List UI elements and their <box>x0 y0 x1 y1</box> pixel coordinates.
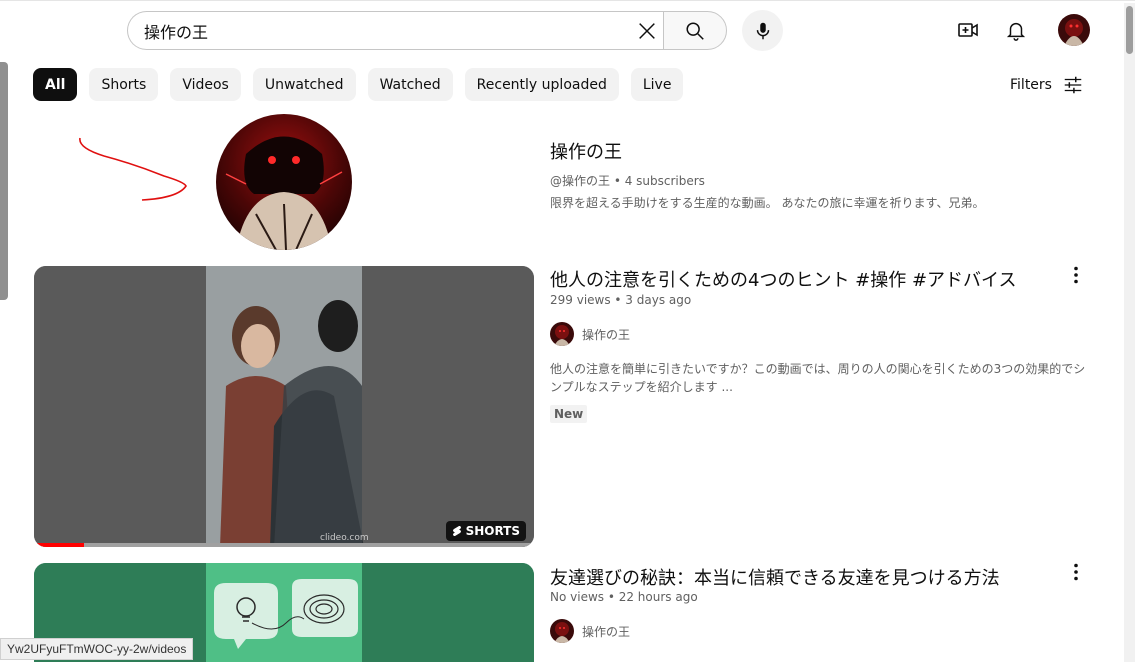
channel-description: 限界を超える手助けをする生産的な動画。 あなたの旅に幸運を祈ります、兄弟。 <box>550 196 985 210</box>
video-channel-name: 操作の王 <box>582 624 631 639</box>
video-description: 他人の注意を簡単に引きたいですか？この動画では、周りの人の関心を引くための3つの… <box>550 362 1086 394</box>
search-icon <box>686 21 704 40</box>
channel-avatar[interactable] <box>216 114 352 250</box>
bell-icon <box>1006 22 1026 41</box>
thumbnail-watermark: clideo.com <box>320 533 369 543</box>
more-vert-icon <box>1074 563 1078 581</box>
sliders-icon <box>1064 76 1082 94</box>
video-channel-link[interactable]: 操作の王 <box>550 619 630 643</box>
video-more-actions-button[interactable] <box>1064 560 1088 584</box>
account-avatar[interactable] <box>1058 14 1090 46</box>
channel-handle-subscribers: @操作の王 • 4 subscribers <box>550 174 705 188</box>
chip-all[interactable]: All <box>33 68 78 101</box>
video-channel-avatar <box>550 619 574 643</box>
more-vert-icon <box>1074 266 1078 284</box>
notifications-button[interactable] <box>999 13 1033 47</box>
page-scrollbar-left[interactable] <box>0 62 8 300</box>
video-channel-link[interactable]: 操作の王 <box>550 322 630 346</box>
window-scrollbar-thumb[interactable] <box>1126 6 1133 54</box>
chip-recently-uploaded[interactable]: Recently uploaded <box>464 68 619 101</box>
new-badge: New <box>550 405 588 423</box>
video-meta: 299 views • 3 days ago <box>550 293 692 307</box>
channel-name[interactable]: 操作の王 <box>550 138 622 164</box>
filters-label: Filters <box>1010 77 1052 93</box>
video-title[interactable]: 友達選びの秘訣：本当に信頼できる友達を見つける方法 <box>550 564 1000 590</box>
video-add-icon <box>958 23 978 37</box>
microphone-icon <box>756 22 769 39</box>
search-button[interactable] <box>663 11 727 50</box>
thumbnail-image <box>34 266 534 547</box>
shorts-icon <box>452 526 461 536</box>
watch-progress-fill <box>34 543 84 547</box>
chip-live[interactable]: Live <box>630 68 684 101</box>
video-channel-name: 操作の王 <box>582 327 631 342</box>
chip-videos[interactable]: Videos <box>170 68 241 101</box>
chip-shorts[interactable]: Shorts <box>89 68 159 101</box>
close-icon <box>639 23 655 39</box>
chip-watched[interactable]: Watched <box>367 68 453 101</box>
filter-chips-bar: All Shorts Videos Unwatched Watched Rece… <box>33 68 684 101</box>
video-meta: No views • 22 hours ago <box>550 590 698 604</box>
avatar-image <box>1058 14 1090 46</box>
shorts-badge: SHORTS <box>445 521 526 541</box>
search-query-text: 操作の王 <box>144 22 209 42</box>
video-channel-avatar <box>550 322 574 346</box>
window-top-border <box>0 0 1135 3</box>
watch-progress-track <box>34 543 534 547</box>
video-more-actions-button[interactable] <box>1064 263 1088 287</box>
video-thumbnail[interactable]: clideo.com SHORTS <box>34 266 534 547</box>
red-arrow-annotation <box>79 137 187 201</box>
voice-search-button[interactable] <box>742 10 783 51</box>
clear-search-button[interactable] <box>630 14 664 48</box>
search-input[interactable]: 操作の王 <box>127 11 664 50</box>
window-scrollbar-track[interactable] <box>1124 3 1135 662</box>
filters-button[interactable]: Filters <box>1010 72 1084 98</box>
shorts-badge-label: SHORTS <box>465 524 520 538</box>
channel-avatar-image <box>216 114 352 250</box>
link-preview-status: Yw2UFyuFTmWOC-yy-2w/videos <box>0 638 194 660</box>
create-button[interactable] <box>951 13 985 47</box>
video-title[interactable]: 他人の注意を引くための4つのヒント #操作 #アドバイス <box>550 266 1017 292</box>
chip-unwatched[interactable]: Unwatched <box>252 68 356 101</box>
